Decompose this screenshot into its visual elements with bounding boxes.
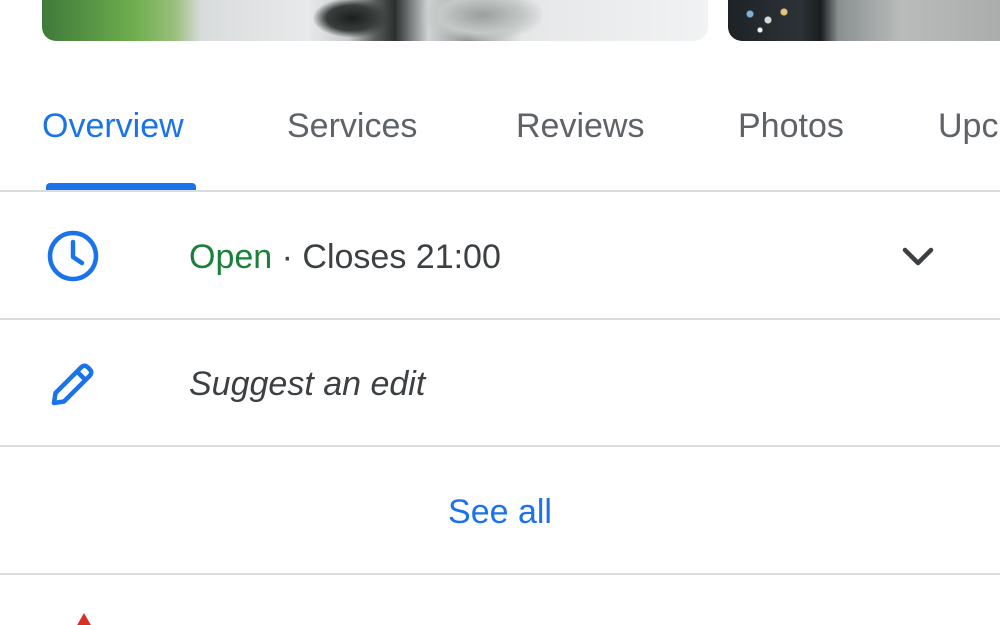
suggest-edit-label: Suggest an edit bbox=[189, 365, 426, 403]
tab-overview[interactable]: Overview bbox=[42, 106, 184, 146]
photo-detail bbox=[422, 0, 542, 40]
tab-reviews[interactable]: Reviews bbox=[516, 106, 644, 146]
notice-row[interactable] bbox=[0, 575, 1000, 625]
hours-status: Open · Closes 21:00 bbox=[189, 237, 501, 277]
tab-services[interactable]: Services bbox=[287, 106, 417, 146]
photo-strip[interactable] bbox=[0, 0, 1000, 42]
tab-updates[interactable]: Upc bbox=[938, 106, 998, 146]
place-details-page: Overview Services Reviews Photos Upc Ope… bbox=[0, 0, 1000, 625]
clock-icon bbox=[47, 230, 99, 282]
place-photo[interactable] bbox=[728, 0, 1000, 41]
divider bbox=[0, 445, 1000, 447]
photo-detail bbox=[312, 0, 392, 38]
active-tab-indicator bbox=[46, 183, 196, 190]
closing-time: Closes 21:00 bbox=[302, 238, 501, 276]
pencil-icon bbox=[51, 363, 94, 406]
open-status: Open bbox=[189, 238, 273, 276]
chevron-down-icon[interactable] bbox=[896, 242, 940, 272]
tab-bar: Overview Services Reviews Photos Upc bbox=[0, 72, 1000, 190]
place-photo[interactable] bbox=[42, 0, 708, 41]
warning-icon bbox=[77, 613, 91, 625]
hours-row[interactable]: Open · Closes 21:00 bbox=[0, 192, 1000, 318]
see-all-button[interactable]: See all bbox=[0, 492, 1000, 532]
suggest-edit-row[interactable]: Suggest an edit bbox=[0, 320, 1000, 446]
tab-photos[interactable]: Photos bbox=[738, 106, 844, 146]
status-separator: · bbox=[272, 238, 303, 276]
photo-detail bbox=[740, 6, 795, 36]
